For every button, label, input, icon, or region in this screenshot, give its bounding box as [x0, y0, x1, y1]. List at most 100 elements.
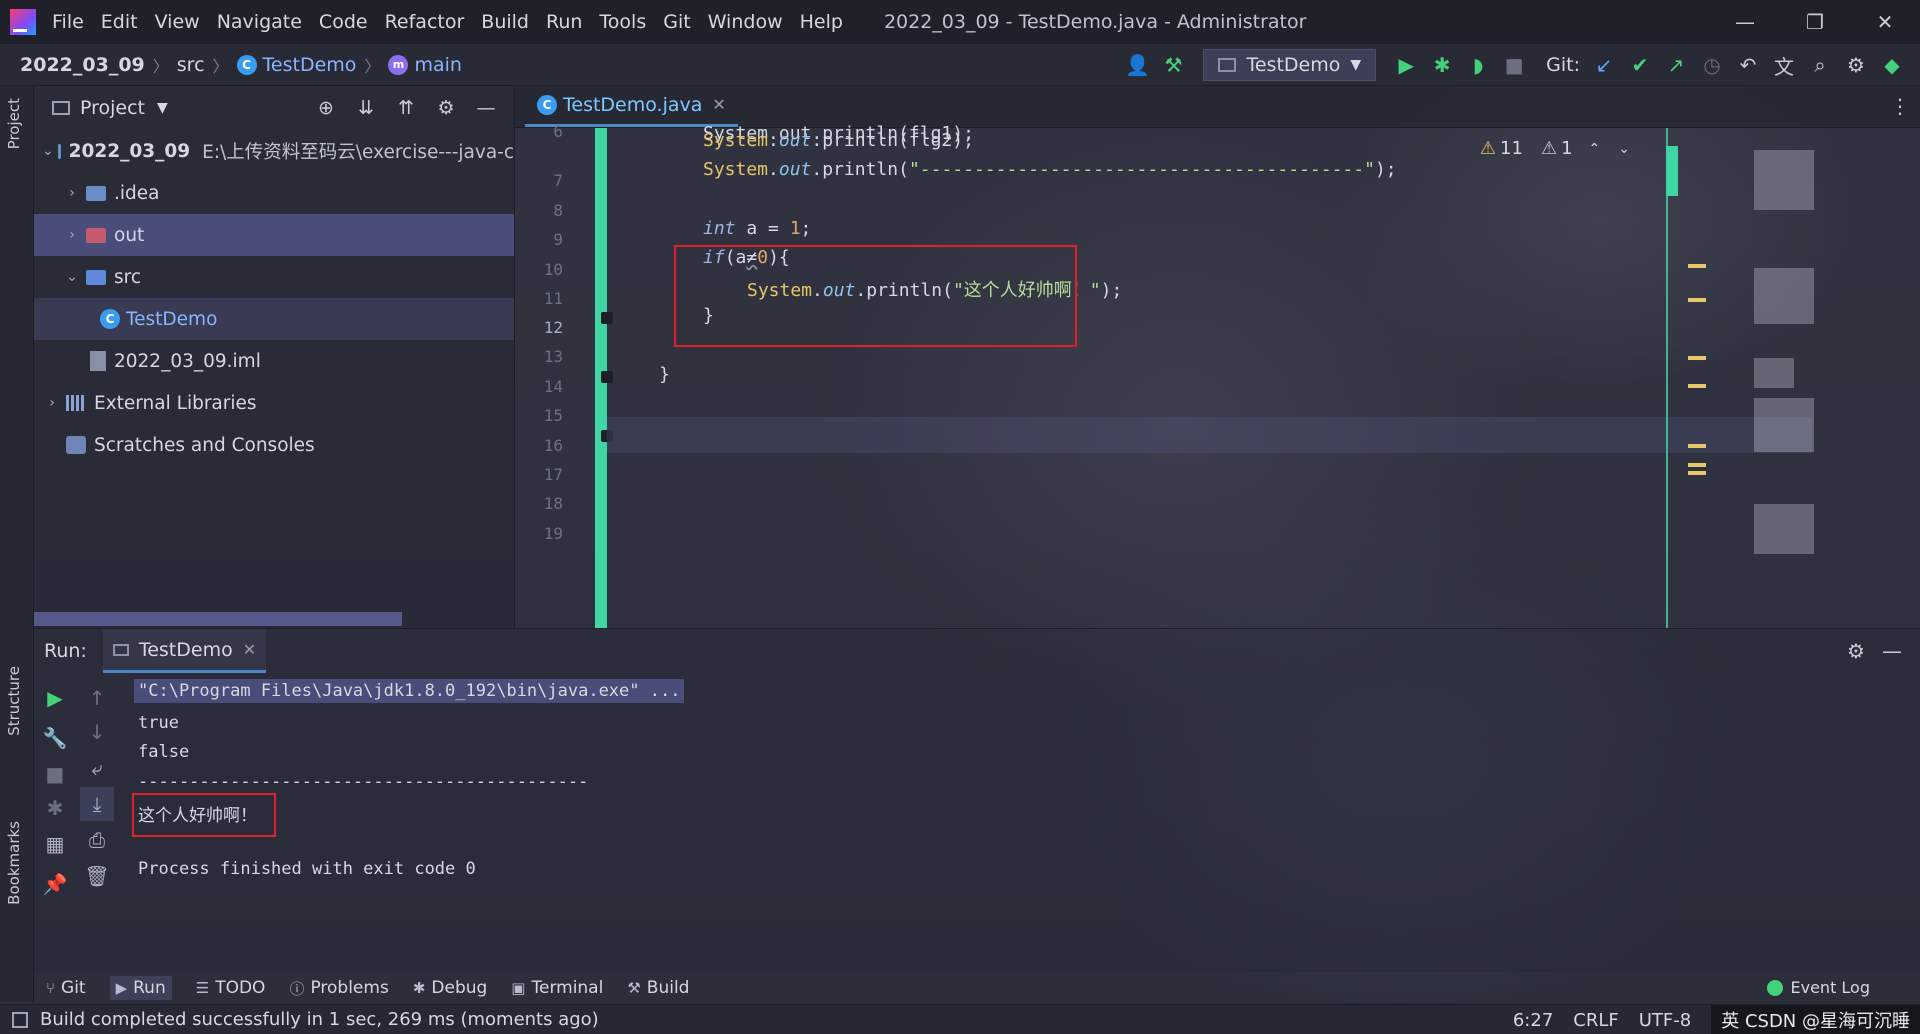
fold-icon[interactable] [601, 312, 613, 324]
event-log-button[interactable]: Event Log [1766, 978, 1870, 997]
trash-icon[interactable]: 🗑 [80, 859, 114, 893]
git-update-icon[interactable]: ↙ [1586, 47, 1622, 83]
console-command-line[interactable]: "C:\Program Files\Java\jdk1.8.0_192\bin\… [134, 679, 685, 703]
line-separator[interactable]: CRLF [1573, 1010, 1618, 1031]
toolwindow-debug[interactable]: ✱ Debug [413, 978, 487, 998]
close-tab-icon[interactable]: ✕ [243, 640, 256, 659]
chevron-right-icon[interactable]: › [42, 395, 62, 411]
gear-icon[interactable]: ⚙ [1838, 47, 1874, 83]
soft-wrap-icon[interactable]: ⤶ [80, 751, 114, 785]
tree-row-idea[interactable]: › .idea [34, 172, 514, 214]
debug-bug-icon[interactable]: ✱ [38, 791, 72, 825]
code-line-8[interactable]: System.out.println("--------------------… [703, 159, 1397, 180]
tree-row-out[interactable]: › out [34, 214, 514, 256]
fold-icon[interactable] [601, 371, 613, 383]
minimize-icon[interactable]: — [1710, 0, 1780, 44]
hide-icon[interactable]: — [1874, 637, 1910, 665]
translate-icon[interactable]: 文 [1766, 47, 1802, 83]
wrench-icon[interactable]: 🔧 [38, 721, 72, 755]
chevron-down-icon[interactable]: ▼ [157, 100, 168, 116]
breadcrumb-method[interactable]: m main [388, 54, 462, 76]
inspection-widget[interactable]: ⚠ 11 ⚠ 1 ⌃ ⌄ [1480, 138, 1630, 159]
horizontal-scrollbar[interactable] [34, 612, 402, 626]
toggle-toolwindows-icon[interactable] [12, 1011, 28, 1028]
code-line-10[interactable]: int a = 1; [703, 218, 811, 239]
more-icon[interactable]: ⋮ [1890, 94, 1910, 118]
menu-code[interactable]: Code [319, 11, 368, 33]
tree-row-iml[interactable]: 2022_03_09.iml [34, 340, 514, 382]
rollback-icon[interactable]: ↶ [1730, 47, 1766, 83]
menu-tools[interactable]: Tools [599, 11, 646, 33]
toolwindow-run[interactable]: ▶ Run [109, 976, 172, 1000]
structure-tool-label[interactable]: Structure [5, 666, 23, 736]
breadcrumb-class[interactable]: C TestDemo [236, 54, 356, 76]
menu-view[interactable]: View [155, 11, 200, 33]
project-tool-label[interactable]: Project [5, 98, 23, 149]
chevron-right-icon[interactable]: › [62, 185, 82, 201]
menu-navigate[interactable]: Navigate [217, 11, 302, 33]
plugin-icon[interactable]: ◆ [1874, 47, 1910, 83]
run-icon[interactable]: ▶ [1388, 47, 1424, 83]
menu-file[interactable]: File [52, 11, 84, 33]
chevron-down-icon[interactable]: ⌄ [42, 143, 54, 159]
tab-testdemo-java[interactable]: C TestDemo.java ✕ [525, 85, 738, 127]
menu-git[interactable]: Git [663, 11, 690, 33]
coverage-icon[interactable]: ◗ [1460, 47, 1496, 83]
menu-build[interactable]: Build [481, 11, 529, 33]
toolwindow-problems[interactable]: ⓘ Problems [289, 978, 388, 999]
tree-row-external-libraries[interactable]: › External Libraries [34, 382, 514, 424]
git-push-icon[interactable]: ↗ [1658, 47, 1694, 83]
code-minimap[interactable] [1670, 128, 1920, 628]
git-commit-icon[interactable]: ✔ [1622, 47, 1658, 83]
breadcrumb-project[interactable]: 2022_03_09 [20, 54, 145, 76]
code-line-15[interactable]: } [659, 364, 670, 385]
chevron-up-icon[interactable]: ⌃ [1589, 141, 1601, 157]
stop-icon[interactable]: ■ [1496, 47, 1532, 83]
menu-edit[interactable]: Edit [101, 11, 138, 33]
project-panel-title[interactable]: Project [80, 97, 145, 119]
hide-icon[interactable]: — [466, 92, 506, 124]
toolwindow-git[interactable]: ⑂ Git [46, 978, 86, 998]
status-message[interactable]: Build completed successfully in 1 sec, 2… [40, 1009, 599, 1030]
debug-bug-icon[interactable]: ✱ [1424, 47, 1460, 83]
tree-row-src[interactable]: ⌄ src [34, 256, 514, 298]
gear-icon[interactable]: ⚙ [1838, 637, 1874, 665]
run-tab-testdemo[interactable]: TestDemo ✕ [102, 629, 267, 673]
code-line-7[interactable]: System.out.println(flg2); [703, 130, 974, 151]
search-icon[interactable]: ⌕ [1802, 47, 1838, 83]
run-config-select[interactable]: TestDemo ▼ [1203, 49, 1377, 81]
print-icon[interactable]: ⎙ [80, 823, 114, 857]
menu-help[interactable]: Help [800, 11, 843, 33]
pin-icon[interactable]: 📌 [38, 867, 72, 901]
arrow-down-icon[interactable]: ↓ [80, 715, 114, 749]
gear-icon[interactable]: ⚙ [426, 92, 466, 124]
menu-window[interactable]: Window [708, 11, 783, 33]
tree-row-root[interactable]: ⌄ 2022_03_09 E:\上传资料至码云\exercise---java-… [34, 130, 514, 172]
close-tab-icon[interactable]: ✕ [712, 95, 725, 114]
chevron-down-icon[interactable]: ⌄ [62, 269, 82, 285]
tree-row-scratches[interactable]: Scratches and Consoles [34, 424, 514, 466]
tree-row-testdemo[interactable]: C TestDemo [34, 298, 514, 340]
toolwindow-build[interactable]: ⚒ Build [627, 978, 689, 998]
restore-icon[interactable]: ❐ [1780, 0, 1850, 44]
collapse-all-icon[interactable]: ⇈ [386, 92, 426, 124]
menu-refactor[interactable]: Refactor [385, 11, 465, 33]
file-encoding[interactable]: UTF-8 [1639, 1010, 1691, 1031]
scroll-to-end-icon[interactable]: ⤓ [80, 787, 114, 821]
rerun-icon[interactable]: ▶ [38, 681, 72, 715]
expand-all-icon[interactable]: ⇊ [346, 92, 386, 124]
toolwindow-terminal[interactable]: ▣ Terminal [511, 978, 603, 998]
stop-icon[interactable]: ■ [38, 757, 72, 791]
chevron-right-icon[interactable]: › [62, 227, 82, 243]
history-icon[interactable]: ◷ [1694, 47, 1730, 83]
close-icon[interactable]: ✕ [1850, 0, 1920, 44]
arrow-up-icon[interactable]: ↑ [80, 681, 114, 715]
chevron-down-icon[interactable]: ⌄ [1618, 141, 1630, 157]
bookmarks-tool-label[interactable]: Bookmarks [5, 821, 23, 905]
layout-icon[interactable]: ▦ [38, 827, 72, 861]
menu-run[interactable]: Run [546, 11, 582, 33]
build-hammer-icon[interactable]: ⚒ [1155, 47, 1191, 83]
caret-position[interactable]: 6:27 [1513, 1010, 1553, 1031]
locate-icon[interactable]: ⊕ [306, 92, 346, 124]
toolwindow-todo[interactable]: ☰ TODO [196, 978, 266, 998]
